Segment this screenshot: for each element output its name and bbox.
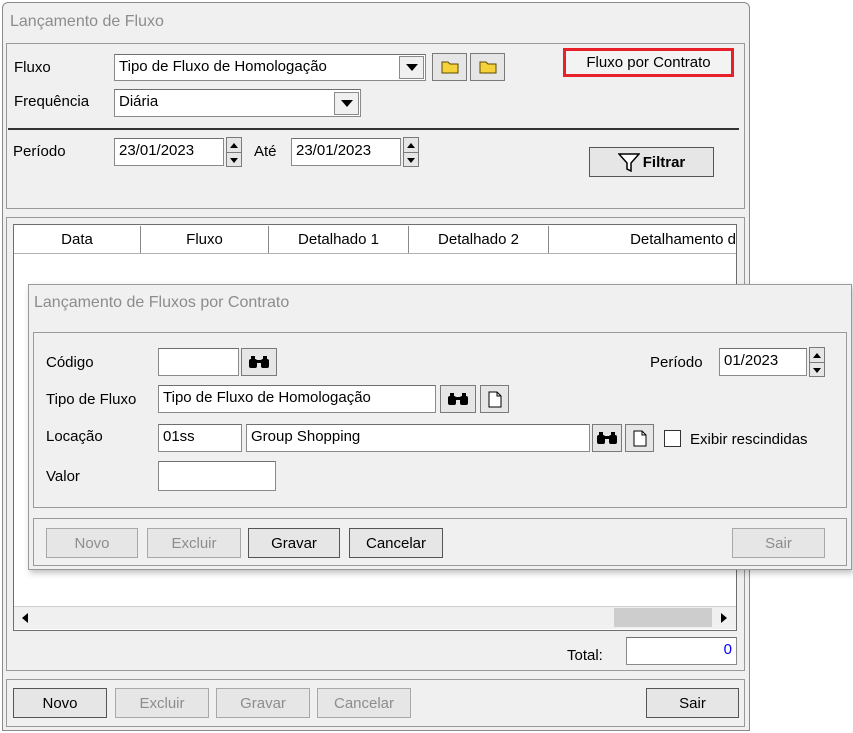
- dialog-periodo-value: 01/2023: [724, 352, 779, 369]
- locacao-label: Locação: [46, 428, 103, 445]
- filtrar-button[interactable]: Filtrar: [589, 147, 714, 177]
- frequencia-dropdown-arrow[interactable]: [334, 92, 359, 115]
- binoculars-icon: [249, 356, 269, 368]
- main-novo-button[interactable]: Novo: [13, 688, 107, 718]
- main-gravar-button[interactable]: Gravar: [216, 688, 310, 718]
- arrow-down-icon: [407, 157, 415, 163]
- arrow-up-icon: [230, 142, 238, 148]
- locacao-name-field[interactable]: Group Shopping: [246, 424, 590, 452]
- tipo-fluxo-field[interactable]: Tipo de Fluxo de Homologação: [158, 385, 436, 413]
- locacao-name-value: Group Shopping: [251, 428, 361, 445]
- main-sair-button[interactable]: Sair: [646, 688, 739, 718]
- arrow-left-icon: [22, 612, 28, 623]
- column-header-fluxo[interactable]: Fluxo: [141, 226, 269, 253]
- locacao-code-value: 01ss: [163, 428, 195, 445]
- total-label: Total:: [567, 647, 603, 664]
- scroll-thumb[interactable]: [614, 608, 712, 627]
- codigo-search-button[interactable]: [241, 348, 277, 376]
- periodo-end-value: 23/01/2023: [296, 142, 372, 159]
- column-header-detalhamento[interactable]: Detalhamento d: [549, 226, 736, 253]
- exibir-rescindidas-checkbox[interactable]: [664, 430, 681, 447]
- column-header-data[interactable]: Data: [14, 226, 141, 253]
- periodo-start-field[interactable]: 23/01/2023: [114, 138, 224, 166]
- arrow-up-icon: [813, 352, 821, 358]
- column-header-detalhado-2[interactable]: Detalhado 2: [409, 226, 549, 253]
- locacao-code-field[interactable]: 01ss: [158, 424, 242, 452]
- locacao-new-button[interactable]: [625, 424, 654, 452]
- main-excluir-button[interactable]: Excluir: [115, 688, 209, 718]
- codigo-label: Código: [46, 354, 94, 371]
- binoculars-icon: [597, 432, 617, 444]
- filtrar-label: Filtrar: [642, 153, 686, 171]
- filter-separator: [8, 128, 739, 130]
- dialog-excluir-button[interactable]: Excluir: [147, 528, 241, 558]
- dialog-periodo-label: Período: [650, 354, 703, 371]
- periodo-start-value: 23/01/2023: [119, 142, 195, 159]
- grid-header: Data Fluxo Detalhado 1 Detalhado 2 Detal…: [14, 226, 736, 254]
- filter-funnel-icon: [617, 153, 640, 172]
- scroll-right-button[interactable]: [713, 607, 735, 628]
- dialog-gravar-button[interactable]: Gravar: [248, 528, 340, 558]
- arrow-down-icon: [230, 157, 238, 163]
- dialog-cancelar-button[interactable]: Cancelar: [349, 528, 443, 558]
- folder-icon: [479, 61, 496, 74]
- column-header-detalhado-1[interactable]: Detalhado 1: [269, 226, 409, 253]
- binoculars-icon: [448, 393, 468, 405]
- total-value: 0: [723, 641, 732, 658]
- periodo-end-field[interactable]: 23/01/2023: [291, 138, 401, 166]
- locacao-search-button[interactable]: [592, 424, 622, 452]
- exibir-rescindidas-label[interactable]: Exibir rescindidas: [690, 431, 808, 448]
- frequencia-select-value: Diária: [119, 93, 159, 110]
- dialog-novo-button[interactable]: Novo: [46, 528, 138, 558]
- scroll-left-button[interactable]: [14, 607, 36, 628]
- fluxo-label: Fluxo: [14, 59, 51, 76]
- tipo-fluxo-value: Tipo de Fluxo de Homologação: [163, 389, 371, 406]
- tipo-fluxo-search-button[interactable]: [440, 385, 476, 413]
- frequencia-label: Frequência: [14, 93, 90, 110]
- periodo-end-spinner[interactable]: [403, 137, 419, 167]
- folder-icon: [441, 61, 458, 74]
- main-window-title: Lançamento de Fluxo: [10, 13, 164, 30]
- dialog-sair-button[interactable]: Sair: [732, 528, 825, 558]
- periodo-start-spinner[interactable]: [226, 137, 242, 167]
- arrow-down-icon: [813, 367, 821, 373]
- dialog-periodo-field[interactable]: 01/2023: [719, 348, 807, 376]
- tipo-fluxo-new-button[interactable]: [480, 385, 509, 413]
- fluxo-select[interactable]: Tipo de Fluxo de Homologação: [114, 54, 426, 81]
- chevron-down-icon: [405, 64, 418, 71]
- new-document-icon: [488, 391, 501, 407]
- new-document-icon: [633, 430, 646, 446]
- chevron-down-icon: [340, 100, 353, 107]
- tipo-fluxo-label: Tipo de Fluxo: [46, 391, 137, 408]
- ate-label: Até: [254, 143, 277, 160]
- arrow-up-icon: [407, 142, 415, 148]
- total-field: 0: [626, 637, 737, 665]
- valor-field[interactable]: [158, 461, 276, 491]
- fluxo-dropdown-arrow[interactable]: [399, 56, 424, 79]
- fluxo-por-contrato-label: Fluxo por Contrato: [586, 54, 711, 71]
- arrow-right-icon: [721, 612, 727, 623]
- fluxo-por-contrato-button[interactable]: Fluxo por Contrato: [563, 48, 734, 77]
- dialog-title: Lançamento de Fluxos por Contrato: [34, 294, 290, 311]
- dialog-periodo-spinner[interactable]: [809, 347, 825, 377]
- main-cancelar-button[interactable]: Cancelar: [317, 688, 411, 718]
- codigo-field[interactable]: [158, 348, 239, 376]
- valor-label: Valor: [46, 468, 80, 485]
- periodo-label: Período: [13, 143, 66, 160]
- fluxo-folder-button[interactable]: [470, 53, 505, 81]
- frequencia-select[interactable]: Diária: [114, 89, 361, 117]
- fluxo-open-folder-button[interactable]: [432, 53, 467, 81]
- fluxo-select-value: Tipo de Fluxo de Homologação: [119, 58, 327, 75]
